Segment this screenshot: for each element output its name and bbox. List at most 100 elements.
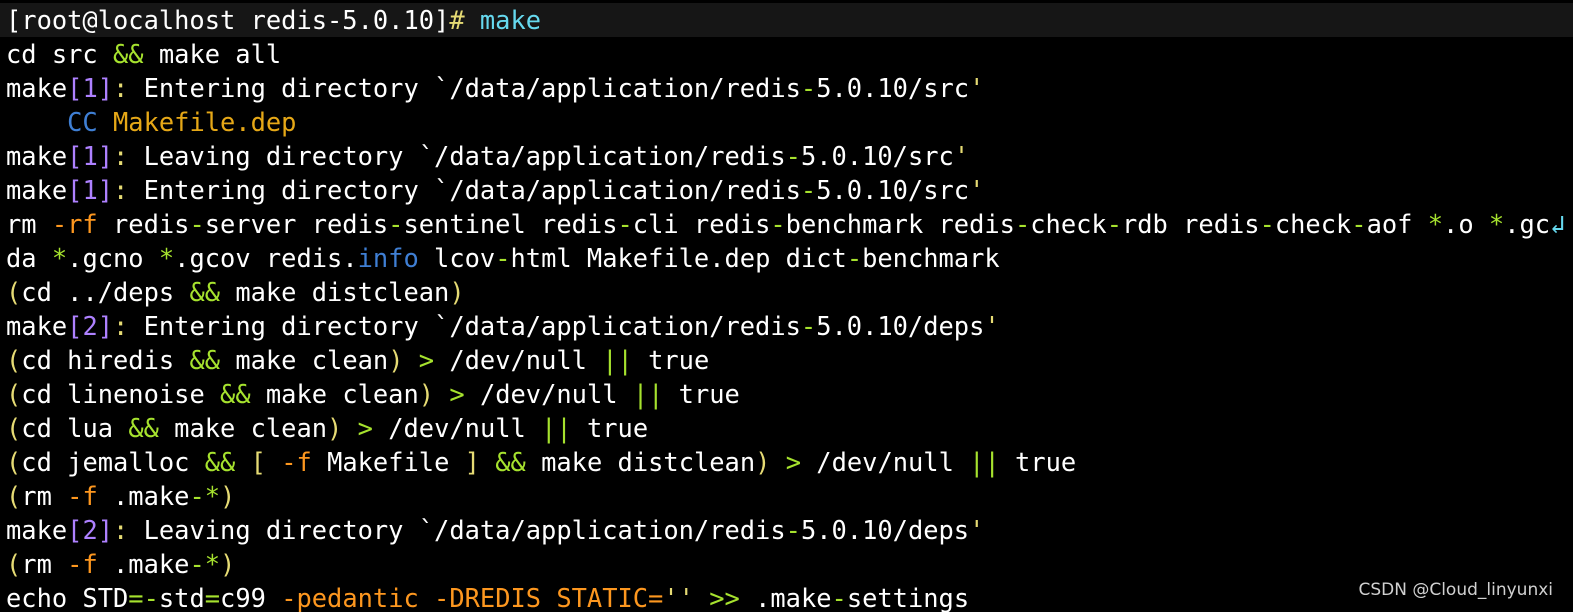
terminal-text-segment: cd jemalloc [21,447,204,477]
shell-prompt-line: [root@localhost redis-5.0.10]# make [0,3,1573,37]
terminal-text-segment: check [1030,209,1106,239]
terminal-text-segment: check [1275,209,1351,239]
terminal-text-segment: ' [984,311,999,341]
terminal-text-segment: ( [6,277,21,307]
terminal-text-segment: /dev/null [465,379,633,409]
terminal-text-segment: || [633,379,664,409]
terminal-text-segment: Entering directory `/data/application/re… [128,175,801,205]
terminal-text-segment: && [128,413,159,443]
terminal-text-segment: Makefile [312,447,465,477]
terminal-text-segment: Makefile.dep [113,107,296,137]
terminal-line: make[1]: Entering directory `/data/appli… [6,71,984,105]
terminal-text-segment: [root@localhost redis-5.0.10] [6,5,449,35]
terminal-text-segment: rm [21,549,67,579]
terminal-text-segment: .make [98,549,190,579]
terminal-text-segment: - [189,209,204,239]
terminal-text-segment: - [786,141,801,171]
terminal-text-segment: .gcov redis. [174,243,357,273]
terminal-line: (cd ../deps && make distclean) [6,275,465,309]
terminal-text-segment: ' [969,515,984,545]
terminal-text-segment: ) [388,345,403,375]
terminal-text-segment: && [189,345,220,375]
terminal-text-segment: ) [419,379,434,409]
terminal-text-segment: cd src [6,39,113,69]
terminal-text-segment: html Makefile.dep dict [511,243,847,273]
terminal-text-segment: make clean [251,379,419,409]
terminal-text-segment: cd hiredis [21,345,189,375]
terminal-text-segment: [ [251,447,266,477]
terminal-text-segment: ' [954,141,969,171]
terminal-text-segment: ( [6,345,21,375]
terminal-text-segment: - [495,243,510,273]
terminal-text-segment: ' [969,73,984,103]
terminal-text-segment: std [159,583,205,612]
terminal-text-segment: make distclean [220,277,449,307]
terminal-line: (cd linenoise && make clean) > /dev/null… [6,377,740,411]
terminal-text-segment: make clean [159,413,327,443]
terminal-text-segment: - [1260,209,1275,239]
terminal-text-segment: Entering directory `/data/application/re… [128,73,801,103]
terminal-text-segment: .gcno [67,243,159,273]
terminal-text-segment: echo STD [6,583,128,612]
terminal-line: make[1]: Leaving directory `/data/applic… [6,139,969,173]
terminal-text-segment: make clean [220,345,388,375]
terminal-text-segment: || [541,413,572,443]
csdn-watermark: CSDN @Cloud_linyunxi [1358,580,1553,600]
terminal-text-segment: ' [969,175,984,205]
terminal-text-segment: make [6,175,67,205]
terminal-text-segment: 5.0.10/deps [801,515,969,545]
line-wrap-icon: ↲ [1550,209,1565,239]
terminal-text-segment: || [969,447,1000,477]
terminal-line: make[2]: Entering directory `/data/appli… [6,309,1000,343]
terminal-text-segment: make all [144,39,282,69]
terminal-text-segment [480,447,495,477]
terminal-text-segment: * [52,243,67,273]
terminal-line: da *.gcno *.gcov redis.info lcov-html Ma… [6,241,1000,275]
terminal-text-segment: .make [740,583,832,612]
terminal-text-segment: aof [1367,209,1428,239]
terminal-text-segment: /dev/null [801,447,969,477]
terminal-text-segment: '' [663,583,694,612]
terminal-text-segment: make [480,5,541,35]
terminal-text-segment: ( [6,481,21,511]
terminal-text-segment: cd ../deps [21,277,189,307]
terminal-text-segment: make distclean [526,447,755,477]
terminal-text-segment: [1] [67,175,113,205]
terminal-text-segment: && [113,39,144,69]
terminal-text-segment: # [449,5,480,35]
terminal-text-segment: : [113,515,128,545]
terminal-line: (cd hiredis && make clean) > /dev/null |… [6,343,709,377]
terminal-text-segment: Leaving directory `/data/application/red… [128,141,785,171]
terminal-text-segment: lcov [419,243,495,273]
terminal-text-segment: .gc [1504,209,1550,239]
terminal-text-segment: - [388,209,403,239]
terminal-text-segment: info [358,243,419,273]
terminal-text-segment: 5.0.10/src [816,73,969,103]
terminal-text-segment: || [602,345,633,375]
terminal-text-segment: true [572,413,648,443]
terminal-text-segment: =- [128,583,159,612]
terminal-text-segment: make [6,141,67,171]
terminal-text-segment: && [205,447,236,477]
terminal-text-segment: : [113,175,128,205]
terminal-text-segment: -pedantic -DREDIS_STATIC= [281,583,663,612]
terminal-line: (rm -f .make-*) [6,547,235,581]
terminal-text-segment: - [1107,209,1122,239]
terminal-text-segment [694,583,709,612]
terminal-text-segment: > [449,379,464,409]
terminal-text-segment: [1] [67,73,113,103]
terminal-text-segment: redis [98,209,190,239]
terminal-text-segment: ) [220,549,235,579]
terminal-text-segment: - [832,583,847,612]
terminal-text-segment: ( [6,447,21,477]
terminal-text-segment: -* [189,481,220,511]
terminal-text-segment: rdb redis [1122,209,1260,239]
terminal-text-segment: make [6,515,67,545]
terminal-text-segment: settings [847,583,969,612]
terminal-text-segment: server redis [205,209,388,239]
terminal-output[interactable]: [root@localhost redis-5.0.10]# makecd sr… [0,0,1573,612]
terminal-text-segment: * [1428,209,1443,239]
terminal-text-segment: cd lua [21,413,128,443]
terminal-text-segment: * [159,243,174,273]
terminal-text-segment: 5.0.10/deps [816,311,984,341]
